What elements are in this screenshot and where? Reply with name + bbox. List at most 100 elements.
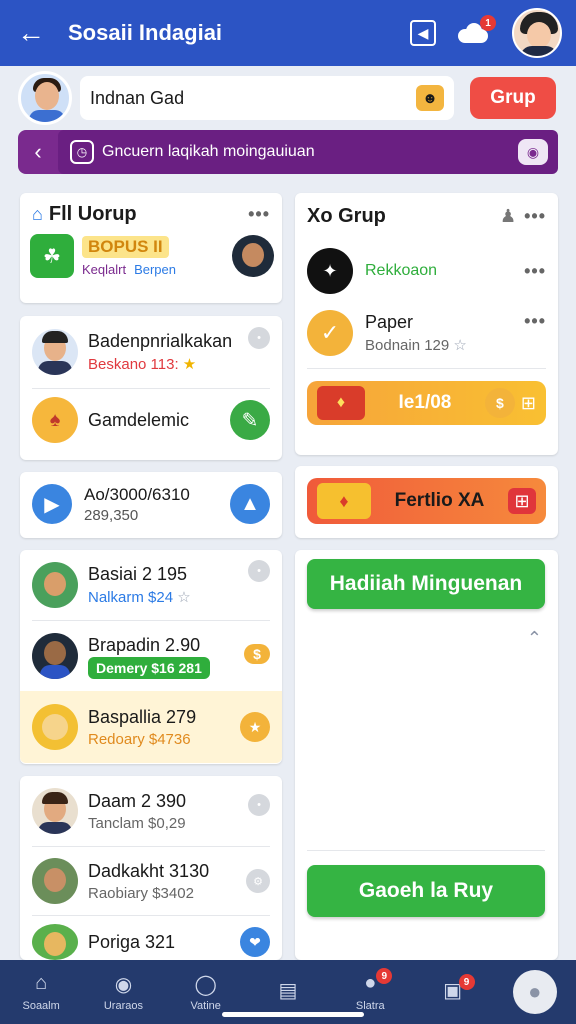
list-item[interactable]: Brapadin 2.90 Demery $16 281 $ bbox=[20, 621, 282, 691]
more-options-icon[interactable]: ••• bbox=[524, 261, 546, 282]
item-sub: Nalkarm $24 bbox=[88, 589, 174, 606]
coin-icon[interactable]: $ bbox=[244, 644, 270, 664]
item-name: Basiai 2 195 bbox=[88, 564, 188, 584]
profile-icon: ● bbox=[512, 970, 557, 1014]
twitter-icon[interactable]: ❤ bbox=[240, 927, 270, 957]
user-avatar[interactable] bbox=[512, 8, 562, 58]
circle-icon: ◯ bbox=[194, 974, 217, 996]
home-indicator[interactable] bbox=[222, 1012, 364, 1017]
avatar bbox=[32, 858, 78, 904]
thumbs-up-button[interactable]: ▲ bbox=[230, 484, 270, 524]
nav-notifications[interactable]: ● 9 Slatra bbox=[330, 968, 410, 1012]
treasure-icon: ♦ bbox=[317, 386, 365, 420]
stat-value: Ao/3000/6310 bbox=[84, 484, 190, 504]
stat-card: ▶ Ao/3000/6310 289,350 ▲ bbox=[20, 472, 282, 538]
nav-home[interactable]: ⌂ Soaalm bbox=[1, 972, 81, 1012]
chat-icon[interactable]: ◉ bbox=[518, 139, 548, 165]
item-name: Dadkakht 3130 bbox=[88, 860, 210, 881]
nav-label: Uraraos bbox=[103, 1000, 143, 1012]
nav-profile[interactable]: ● bbox=[495, 970, 575, 1014]
item-name: Baspallia 279 bbox=[88, 706, 197, 727]
nav-square[interactable]: ▤ bbox=[248, 978, 328, 1006]
chat-icon[interactable]: • bbox=[248, 327, 270, 349]
more-options-icon[interactable]: ••• bbox=[248, 204, 270, 225]
item-sub: Bodnain 129 bbox=[365, 337, 450, 354]
item-sub: Demery $16 281 bbox=[88, 656, 210, 679]
notification-badge: 9 bbox=[458, 974, 475, 990]
people-icon[interactable]: ♟ bbox=[500, 206, 516, 227]
coin-icon: ✓ bbox=[307, 310, 353, 356]
leaderboard-card: Basiai 2 195 Nalkarm $24 ☆ • Brapadin 2.… bbox=[20, 550, 282, 764]
cloud-icon[interactable]: 1 bbox=[458, 15, 496, 45]
item-sub: Redoary $4736 bbox=[88, 730, 191, 748]
profile-avatar[interactable] bbox=[18, 71, 72, 125]
settings-icon[interactable]: ⚙ bbox=[246, 869, 270, 893]
reward-card: Hadiiah Minguenan ⌃ Gaoeh la Ruy bbox=[295, 550, 558, 960]
more-options-icon[interactable]: ••• bbox=[524, 311, 546, 332]
ranking-card: Daam 2 390 Tanclam $0,29 • Dadkakht 3130… bbox=[20, 776, 282, 960]
chevron-left-icon[interactable]: ‹ bbox=[18, 139, 58, 165]
group-avatar[interactable] bbox=[232, 235, 274, 277]
back-arrow-icon[interactable]: ← bbox=[14, 16, 48, 50]
share-icon[interactable]: ◀ bbox=[410, 20, 436, 46]
nav-inbox[interactable]: ▣ 9 bbox=[413, 974, 493, 1006]
avatar bbox=[32, 562, 78, 608]
item-sub: Raobiary $3402 bbox=[88, 884, 194, 902]
banner-text: Gncuern laqikah moingauiuan bbox=[102, 143, 315, 160]
more-options-icon[interactable]: ••• bbox=[524, 206, 546, 227]
game-app-icon[interactable]: ☘ bbox=[30, 234, 74, 278]
avatar bbox=[32, 788, 78, 834]
member-card: Badenpnrialkakan Beskano 113: ★ • ♠ Gamd… bbox=[20, 316, 282, 460]
chevron-up-icon[interactable]: ⌃ bbox=[527, 628, 542, 649]
edit-button[interactable]: ✎ bbox=[230, 400, 270, 440]
feature-label: Fertlio XA bbox=[394, 490, 485, 511]
list-item[interactable]: Basiai 2 195 Nalkarm $24 ☆ • bbox=[20, 550, 282, 620]
group-card: ⌂ Fll Uorup ••• ☘ BOPUS II Keqlalrt Berp… bbox=[20, 193, 282, 303]
progress-label: Ie1/08 bbox=[398, 392, 452, 413]
stat-sub: 289,350 bbox=[84, 506, 139, 524]
list-item[interactable]: ♠ Gamdelemic ✎ bbox=[20, 389, 282, 451]
announcement-banner[interactable]: ‹ ◷ Gncuern laqikah moingauiuan ◉ bbox=[18, 130, 558, 174]
top-app-bar: ← Sosaii Indagiai ◀ 1 bbox=[0, 0, 576, 66]
chat-icon[interactable]: • bbox=[248, 794, 270, 816]
play-now-button[interactable]: Gaoeh la Ruy bbox=[307, 865, 545, 917]
avatar bbox=[32, 329, 78, 375]
bonus-sub-2: Berpen bbox=[134, 261, 176, 277]
item-name: Gamdelemic bbox=[88, 409, 190, 430]
weekly-prize-button[interactable]: Hadiiah Minguenan bbox=[307, 559, 545, 609]
item-name: Paper bbox=[365, 312, 414, 332]
nav-label: Soaalm bbox=[22, 1000, 60, 1012]
feature-banner[interactable]: ♦ Fertlio XA ⊞ bbox=[307, 478, 546, 524]
coin-icon[interactable]: ★ bbox=[240, 712, 270, 742]
list-item[interactable]: ✦ Rekkoaon ••• bbox=[295, 228, 558, 298]
clock-icon: ◷ bbox=[70, 140, 94, 164]
game-icon: ♠ bbox=[32, 397, 78, 443]
play-icon[interactable]: ▶ bbox=[32, 484, 72, 524]
grup-button[interactable]: Grup bbox=[470, 77, 556, 119]
list-item[interactable]: Dadkakht 3130 Raobiary $3402 ⚙ bbox=[20, 847, 282, 915]
item-name: Daam 2 390 bbox=[88, 790, 187, 811]
progress-banner[interactable]: ♦ Ie1/08 $ ⊞ bbox=[307, 381, 546, 425]
search-input[interactable]: Indnan Gad ☻ bbox=[80, 76, 454, 120]
list-item[interactable]: Baspallia 279 Redoary $4736 ★ bbox=[20, 691, 282, 763]
grid-icon: ⊞ bbox=[520, 392, 536, 413]
group-card-title: Xo Grup bbox=[307, 205, 386, 227]
nav-people[interactable]: ◉ Uraraos bbox=[83, 972, 163, 1012]
item-name: Rekkoaon bbox=[365, 262, 438, 279]
list-item[interactable]: Badenpnrialkakan Beskano 113: ★ • bbox=[20, 316, 282, 388]
notification-badge: 9 bbox=[376, 968, 393, 984]
item-name: Badenpnrialkakan bbox=[88, 331, 233, 351]
mascot-icon: ☻ bbox=[416, 85, 444, 111]
bell-icon: ● bbox=[364, 972, 377, 994]
item-sub: Tanclam $0,29 bbox=[88, 814, 186, 832]
star-icon: ☆ bbox=[177, 589, 191, 606]
grid-icon[interactable]: ⊞ bbox=[508, 488, 536, 514]
nav-circle[interactable]: ◯ Vatine bbox=[166, 972, 246, 1012]
list-item[interactable]: Daam 2 390 Tanclam $0,29 • bbox=[20, 776, 282, 846]
item-name: Poriga 321 bbox=[88, 931, 176, 952]
list-item[interactable]: ✓ Paper Bodnain 129 ☆ ••• bbox=[295, 298, 558, 368]
avatar bbox=[32, 704, 78, 750]
star-icon: ☆ bbox=[453, 337, 467, 354]
chat-icon[interactable]: • bbox=[248, 560, 270, 582]
app-title: Sosaii Indagiai bbox=[68, 20, 223, 45]
